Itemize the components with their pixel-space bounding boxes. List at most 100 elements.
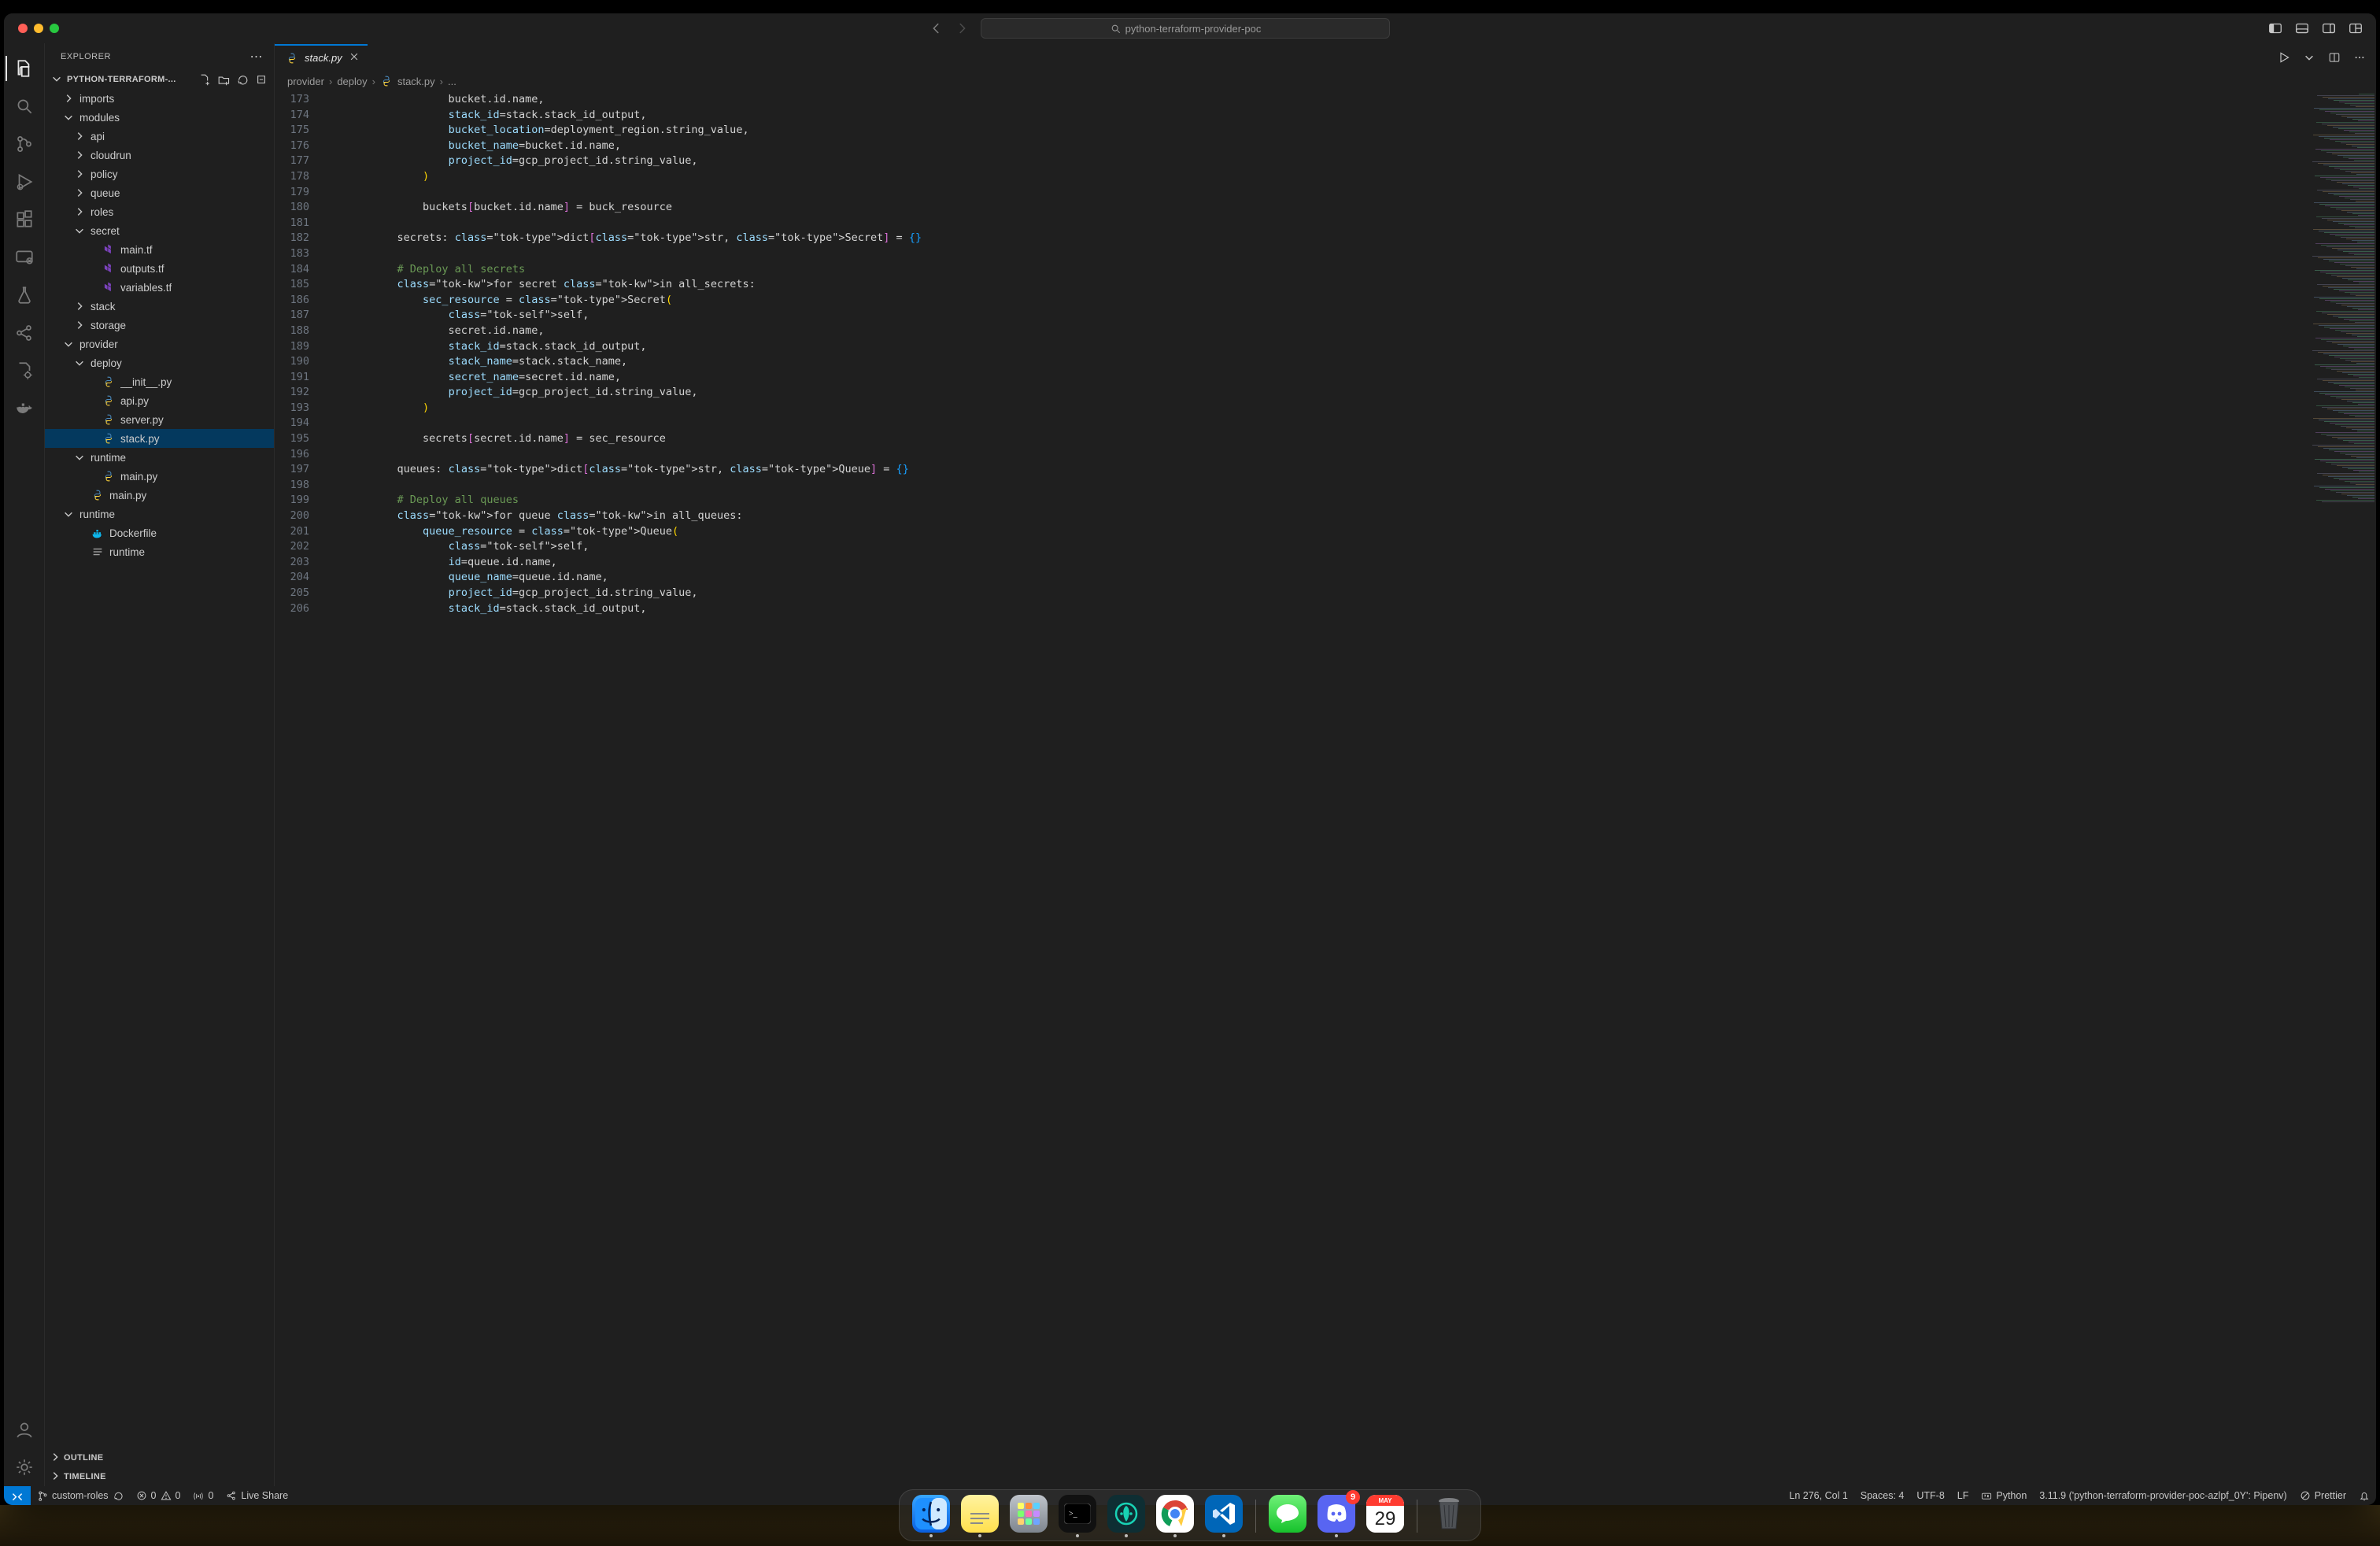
run-file-more-button[interactable] (2299, 47, 2319, 68)
collapse-folders-button[interactable] (253, 72, 269, 87)
problems-indicator[interactable]: 0 0 (130, 1486, 187, 1505)
tree-file[interactable]: outputs.tf (45, 259, 274, 278)
tree-folder[interactable]: modules (45, 108, 274, 127)
editor-tab[interactable]: stack.py (275, 43, 368, 72)
nav-back-button[interactable] (926, 17, 948, 39)
activity-search[interactable] (6, 87, 43, 125)
interpreter-indicator[interactable]: 3.11.9 ('python-terraform-provider-poc-a… (2033, 1486, 2293, 1505)
dock-app-calendar[interactable]: MAY29 (1366, 1495, 1404, 1537)
indentation-indicator[interactable]: Spaces: 4 (1854, 1486, 1911, 1505)
tree-file[interactable]: server.py (45, 410, 274, 429)
eol-indicator[interactable]: LF (1951, 1486, 1975, 1505)
vscode-window: python-terraform-provider-poc (4, 13, 2376, 1505)
language-mode[interactable]: Python (1975, 1486, 2033, 1505)
ports-indicator[interactable]: 0 (187, 1486, 220, 1505)
bell-icon (2359, 1490, 2370, 1501)
activity-explorer[interactable] (6, 50, 43, 87)
tree-label: stack.py (120, 433, 160, 445)
dock-app-messages[interactable] (1269, 1495, 1306, 1537)
tree-folder[interactable]: secret (45, 221, 274, 240)
branch-indicator[interactable]: custom-roles (31, 1486, 130, 1505)
window-zoom-button[interactable] (50, 24, 59, 33)
tree-folder[interactable]: cloudrun (45, 146, 274, 165)
workspace-folder-label: PYTHON-TERRAFORM-... (67, 75, 176, 84)
activity-settings[interactable] (6, 1448, 43, 1486)
activity-docker[interactable] (6, 390, 43, 427)
tree-file[interactable]: main.py (45, 486, 274, 505)
tree-file[interactable]: api.py (45, 391, 274, 410)
activity-testing[interactable] (6, 276, 43, 314)
dock-app-chrome[interactable] (1156, 1495, 1194, 1537)
tree-folder[interactable]: stack (45, 297, 274, 316)
toggle-panel-button[interactable] (2291, 17, 2313, 39)
dock-app-discord[interactable]: 9 (1318, 1495, 1355, 1537)
tree-label: provider (79, 338, 118, 350)
window-minimize-button[interactable] (34, 24, 43, 33)
sidebar-section[interactable]: OUTLINE (45, 1448, 274, 1467)
toggle-secondary-sidebar-button[interactable] (2318, 17, 2340, 39)
activity-remote-explorer[interactable] (6, 239, 43, 276)
tree-folder[interactable]: runtime (45, 448, 274, 467)
workspace-folder-header[interactable]: PYTHON-TERRAFORM-... (45, 70, 274, 89)
cursor-position[interactable]: Ln 276, Col 1 (1783, 1486, 1853, 1505)
new-file-button[interactable] (197, 72, 213, 87)
tree-folder[interactable]: roles (45, 202, 274, 221)
tree-file[interactable]: main.tf (45, 240, 274, 259)
activity-extensions[interactable] (6, 201, 43, 239)
minimap[interactable] (2297, 91, 2376, 1486)
breadcrumb-item[interactable]: deploy (337, 76, 367, 87)
breadcrumb-item[interactable]: stack.py (397, 76, 435, 87)
tree-label: runtime (109, 546, 145, 558)
encoding-indicator[interactable]: UTF-8 (1910, 1486, 1950, 1505)
tree-folder[interactable]: policy (45, 165, 274, 183)
dock-app-trash[interactable] (1430, 1495, 1468, 1537)
code-editor[interactable]: bucket.id.name, stack_id=stack.stack_id_… (320, 91, 2297, 1486)
tab-close-button[interactable] (349, 51, 360, 65)
tree-file[interactable]: main.py (45, 467, 274, 486)
activity-accounts[interactable] (6, 1411, 43, 1448)
new-folder-button[interactable] (216, 72, 231, 87)
breadcrumb-item[interactable]: ... (448, 76, 456, 87)
activity-run-debug[interactable] (6, 163, 43, 201)
tree-folder[interactable]: api (45, 127, 274, 146)
dock-app-vscode[interactable] (1205, 1495, 1243, 1537)
dock-app-launchpad[interactable] (1010, 1495, 1048, 1537)
editor-more-button[interactable] (2349, 47, 2370, 68)
breadcrumbs[interactable]: provider›deploy›stack.py›... (275, 72, 2376, 91)
tree-file[interactable]: Dockerfile (45, 523, 274, 542)
tree-folder[interactable]: imports (45, 89, 274, 108)
tree-file[interactable]: __init__.py (45, 372, 274, 391)
dock-app-gitkraken[interactable] (1107, 1495, 1145, 1537)
customize-layout-button[interactable] (2345, 17, 2367, 39)
line-gutter: 173 174 175 176 177 178 179 180 181 182 … (275, 91, 320, 1486)
activity-live-share[interactable] (6, 314, 43, 352)
notifications-button[interactable] (2352, 1486, 2376, 1505)
dock-app-finder[interactable] (912, 1495, 950, 1537)
tree-file[interactable]: runtime (45, 542, 274, 561)
tree-folder[interactable]: queue (45, 183, 274, 202)
dock-app-terminal[interactable]: >_ (1059, 1495, 1096, 1537)
sidebar-more-button[interactable]: ⋯ (250, 49, 264, 65)
window-close-button[interactable] (18, 24, 28, 33)
activity-resources[interactable] (6, 352, 43, 390)
tree-file[interactable]: stack.py (45, 429, 274, 448)
prettier-indicator[interactable]: Prettier (2293, 1486, 2352, 1505)
chevron-right-icon (73, 301, 86, 312)
tree-file[interactable]: variables.tf (45, 278, 274, 297)
tree-folder[interactable]: provider (45, 335, 274, 353)
sidebar-section[interactable]: TIMELINE (45, 1467, 274, 1486)
live-share-indicator[interactable]: Live Share (220, 1486, 294, 1505)
activity-scm[interactable] (6, 125, 43, 163)
tree-folder[interactable]: runtime (45, 505, 274, 523)
nav-forward-button[interactable] (951, 17, 973, 39)
run-file-button[interactable] (2274, 47, 2294, 68)
command-center[interactable]: python-terraform-provider-poc (981, 18, 1390, 39)
refresh-explorer-button[interactable] (235, 72, 250, 87)
remote-indicator[interactable] (4, 1486, 31, 1505)
dock-app-notes[interactable] (961, 1495, 999, 1537)
breadcrumb-item[interactable]: provider (287, 76, 324, 87)
toggle-primary-sidebar-button[interactable] (2264, 17, 2286, 39)
split-editor-button[interactable] (2324, 47, 2345, 68)
tree-folder[interactable]: deploy (45, 353, 274, 372)
tree-folder[interactable]: storage (45, 316, 274, 335)
